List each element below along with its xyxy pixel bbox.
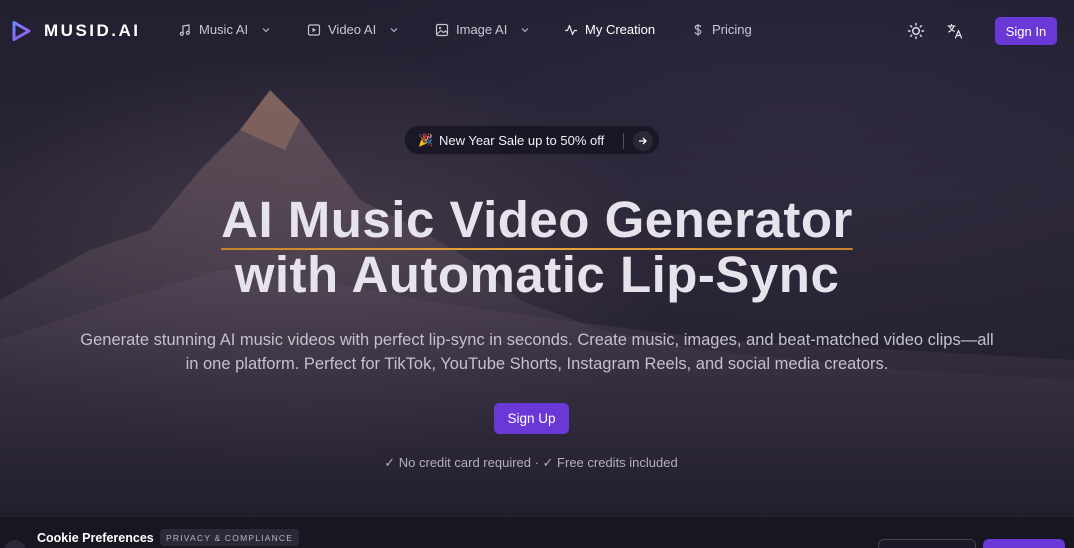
cookie-icon bbox=[4, 540, 26, 548]
promo-label: New Year Sale up to 50% off bbox=[438, 132, 605, 148]
badge-divider bbox=[623, 133, 624, 149]
sign-up-button[interactable]: Sign Up bbox=[494, 403, 569, 434]
hero-title-line-2: with Automatic Lip-Sync bbox=[234, 246, 840, 303]
brand-name: MUSID.AI bbox=[44, 21, 141, 40]
promo-arrow-button[interactable] bbox=[633, 131, 653, 151]
video-play-icon bbox=[307, 23, 321, 36]
hero-title-line-1: AI Music Video Generator bbox=[221, 191, 853, 250]
nav-item-image-ai[interactable]: Image AI bbox=[435, 22, 530, 37]
nav-item-pricing[interactable]: Pricing bbox=[691, 22, 752, 37]
hero-title-line-1-text: AI Music Video Generator bbox=[221, 191, 853, 248]
chevron-down-icon bbox=[390, 27, 398, 32]
arrow-right-icon bbox=[638, 137, 647, 145]
nav-item-label: Music AI bbox=[199, 22, 249, 37]
translate-icon[interactable] bbox=[946, 22, 964, 40]
nav-item-label: Image AI bbox=[456, 22, 508, 37]
nav-item-label: Pricing bbox=[712, 22, 752, 37]
cookie-title: Cookie Preferences bbox=[37, 531, 154, 545]
cookie-tag: PRIVACY & COMPLIANCE bbox=[160, 529, 300, 546]
hero-subtitle: Generate stunning AI music videos with p… bbox=[80, 331, 994, 373]
cookie-banner: Cookie Preferences PRIVACY & COMPLIANCE bbox=[0, 516, 1074, 548]
sign-in-button[interactable]: Sign In bbox=[995, 17, 1057, 45]
cookie-settings-button[interactable] bbox=[878, 539, 976, 548]
party-popper-icon: 🎉 bbox=[418, 133, 433, 147]
cookie-accept-button[interactable] bbox=[983, 539, 1065, 548]
nav-item-label: Video AI bbox=[328, 22, 377, 37]
nav-item-video-ai[interactable]: Video AI bbox=[307, 22, 399, 37]
hero-title: AI Music Video Generator with Automatic … bbox=[0, 192, 1074, 302]
nav-item-music-ai[interactable]: Music AI bbox=[178, 22, 271, 37]
activity-icon bbox=[565, 24, 577, 35]
top-navigation: MUSID.AI Music AI Video AI Image AI My C… bbox=[0, 0, 1074, 62]
nav-item-my-creation[interactable]: My Creation bbox=[564, 22, 655, 37]
image-icon bbox=[435, 23, 449, 36]
brand-logo[interactable]: MUSID.AI bbox=[10, 20, 141, 42]
play-logo-icon bbox=[12, 21, 31, 41]
sun-icon[interactable] bbox=[907, 22, 925, 40]
chevron-down-icon bbox=[521, 27, 529, 32]
dollar-icon bbox=[694, 23, 702, 36]
chevron-down-icon bbox=[262, 27, 270, 32]
title-underline bbox=[221, 248, 853, 250]
music-note-icon bbox=[179, 23, 190, 36]
nav-item-label: My Creation bbox=[585, 22, 656, 37]
promo-badge[interactable]: 🎉 New Year Sale up to 50% off bbox=[404, 125, 660, 155]
signup-benefits-note: ✓ No credit card required · ✓ Free credi… bbox=[384, 455, 678, 470]
